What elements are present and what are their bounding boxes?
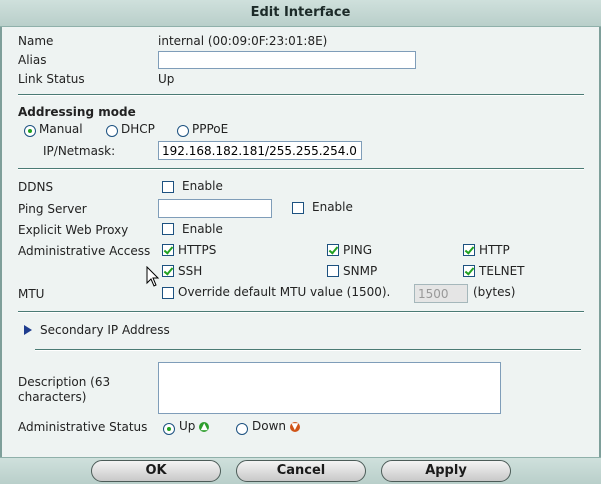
divider — [18, 94, 584, 96]
ping-server-input[interactable] — [158, 199, 272, 218]
ddns-enable-checkbox[interactable] — [162, 181, 174, 193]
http-label: HTTP — [479, 243, 510, 257]
dhcp-radio[interactable] — [106, 125, 118, 137]
pppoe-radio[interactable] — [177, 125, 189, 137]
description-textarea[interactable] — [158, 362, 501, 414]
ping-checkbox[interactable] — [327, 244, 339, 256]
addressing-mode-heading: Addressing mode — [18, 105, 136, 119]
alias-input[interactable] — [158, 51, 416, 69]
telnet-label: TELNET — [479, 264, 525, 278]
ip-netmask-input[interactable] — [158, 141, 362, 160]
divider — [35, 349, 581, 351]
divider — [18, 168, 584, 170]
triangle-right-icon[interactable] — [24, 325, 32, 335]
ok-button[interactable]: OK — [91, 460, 221, 482]
link-status-label: Link Status — [18, 72, 85, 86]
ddns-label: DDNS — [18, 180, 54, 194]
web-proxy-enable-checkbox[interactable] — [162, 223, 174, 235]
web-proxy-enable-label: Enable — [182, 222, 223, 236]
ping-label: PING — [343, 243, 373, 257]
admin-access-label: Administrative Access — [18, 244, 151, 258]
snmp-checkbox[interactable] — [327, 265, 339, 277]
dhcp-label: DHCP — [121, 122, 155, 136]
manual-label: Manual — [39, 122, 83, 136]
name-value: internal (00:09:0F:23:01:8E) — [158, 34, 328, 48]
arrow-up-icon: ▲ — [199, 421, 210, 432]
mouse-cursor-icon — [146, 266, 160, 287]
manual-radio[interactable] — [24, 125, 36, 137]
status-down-text: Down — [252, 419, 287, 433]
description-label: Description (63 characters) — [18, 375, 111, 404]
mtu-value-input — [414, 284, 468, 303]
name-label: Name — [18, 34, 54, 48]
mtu-override-checkbox[interactable] — [162, 287, 174, 299]
pppoe-label: PPPoE — [192, 122, 229, 136]
status-up-radio[interactable] — [163, 423, 175, 435]
mtu-override-label: Override default MTU value (1500). — [178, 285, 391, 299]
ssh-label: SSH — [178, 264, 203, 278]
ssh-checkbox[interactable] — [162, 265, 174, 277]
ping-server-enable-checkbox[interactable] — [292, 202, 304, 214]
apply-button[interactable]: Apply — [381, 460, 511, 482]
https-checkbox[interactable] — [162, 244, 174, 256]
https-label: HTTPS — [178, 243, 217, 257]
secondary-ip-toggle[interactable]: Secondary IP Address — [40, 323, 170, 337]
mtu-unit: (bytes) — [473, 285, 516, 299]
web-proxy-label: Explicit Web Proxy — [18, 223, 129, 237]
ip-netmask-label: IP/Netmask: — [43, 144, 116, 158]
ping-server-enable-label: Enable — [312, 200, 353, 214]
status-down-radio[interactable] — [236, 423, 248, 435]
alias-label: Alias — [18, 53, 47, 67]
status-down-label: Down ▼ — [252, 419, 300, 433]
cancel-button[interactable]: Cancel — [236, 460, 366, 482]
arrow-down-icon: ▼ — [289, 421, 300, 432]
divider — [18, 311, 584, 313]
status-up-text: Up — [179, 419, 196, 433]
snmp-label: SNMP — [343, 264, 378, 278]
dialog-title: Edit Interface — [0, 0, 601, 27]
ping-server-label: Ping Server — [18, 202, 87, 216]
ddns-enable-label: Enable — [182, 179, 223, 193]
http-checkbox[interactable] — [463, 244, 475, 256]
status-up-label: Up ▲ — [179, 419, 210, 433]
mtu-label: MTU — [18, 287, 45, 301]
telnet-checkbox[interactable] — [463, 265, 475, 277]
admin-status-label: Administrative Status — [18, 420, 148, 434]
link-status-value: Up — [158, 72, 175, 86]
